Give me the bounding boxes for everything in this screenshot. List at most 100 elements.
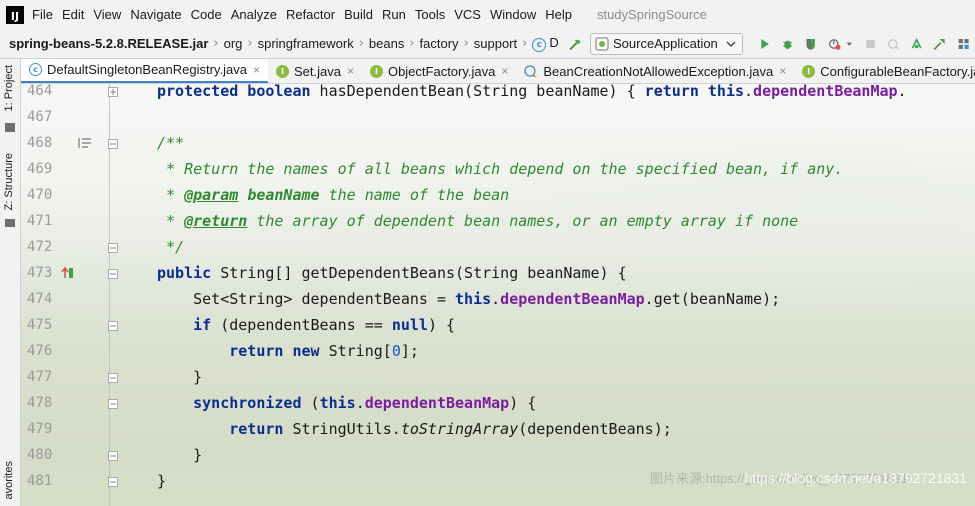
tab-bean-creation-not-allowed-exception[interactable]: BeanCreationNotAllowedException.java × [516, 59, 794, 83]
line-number: 467 [27, 109, 53, 125]
code-text: * Return the names of all beans which de… [157, 160, 844, 178]
fold-marker-icon[interactable] [108, 451, 118, 461]
breadcrumb-factory[interactable]: factory [420, 36, 459, 51]
menu-analyze[interactable]: Analyze [231, 4, 277, 25]
close-icon[interactable]: × [501, 64, 508, 78]
menu-run[interactable]: Run [382, 4, 406, 25]
line-number: 474 [27, 291, 53, 307]
attach-debugger-icon[interactable] [887, 36, 900, 52]
chevron-down-icon[interactable] [846, 40, 853, 48]
project-structure-icon[interactable] [957, 36, 970, 52]
code-text: return StringUtils.toStringArray(depende… [229, 420, 672, 438]
spring-boot-icon [595, 37, 609, 50]
code-text: } [157, 446, 203, 464]
code-line: 477 } [21, 364, 975, 390]
chevron-down-icon [726, 41, 736, 47]
line-number: 477 [27, 369, 53, 385]
debug-icon[interactable] [781, 36, 794, 52]
menu-refactor[interactable]: Refactor [286, 4, 335, 25]
tab-object-factory[interactable]: I ObjectFactory.java × [362, 59, 516, 83]
breadcrumb-beans[interactable]: beans [369, 36, 404, 51]
fold-marker-icon[interactable] [108, 269, 118, 279]
fold-marker-icon[interactable] [108, 243, 118, 253]
line-number: 468 [27, 135, 53, 151]
line-number: 473 [27, 265, 53, 281]
menu-edit[interactable]: Edit [62, 4, 84, 25]
code-line: 471 * @return the array of dependent bea… [21, 208, 975, 234]
code-editor[interactable]: 464 protected boolean hasDependentBean(S… [21, 84, 975, 506]
menu-code[interactable]: Code [191, 4, 222, 25]
stop-icon[interactable] [864, 36, 877, 52]
fold-marker-icon[interactable] [108, 87, 118, 97]
structure-tool-window-button[interactable]: Z: Structure [3, 153, 15, 210]
menu-vcs[interactable]: VCS [454, 4, 481, 25]
code-line: 474 Set<String> dependentBeans = this.de… [21, 286, 975, 312]
line-number: 472 [27, 239, 53, 255]
menu-file[interactable]: File [32, 4, 53, 25]
project-tool-window-button[interactable]: 1: Project [3, 65, 15, 111]
code-text: /** [157, 134, 185, 152]
code-text: * @param beanName the name of the bean [157, 186, 510, 204]
tab-default-singleton-bean-registry[interactable]: c DefaultSingletonBeanRegistry.java × [21, 59, 268, 83]
line-number: 478 [27, 395, 53, 411]
code-text: } [157, 472, 167, 490]
menu-view[interactable]: View [93, 4, 121, 25]
tab-set[interactable]: I Set.java × [268, 59, 362, 83]
fold-marker-icon[interactable] [108, 399, 118, 409]
close-icon[interactable]: × [779, 64, 786, 78]
breadcrumb-class[interactable]: cD [532, 35, 559, 52]
tab-label: BeanCreationNotAllowedException.java [543, 63, 774, 79]
code-line: 470 * @param beanName the name of the be… [21, 182, 975, 208]
code-line: 475 if (dependentBeans == null) { [21, 312, 975, 338]
interface-icon: I [369, 64, 383, 78]
editor-tabs: c DefaultSingletonBeanRegistry.java × I … [21, 59, 975, 84]
fold-marker-icon[interactable] [108, 477, 118, 487]
navigation-bar: spring-beans-5.2.8.RELEASE.jar › org › s… [0, 29, 975, 59]
menu-build[interactable]: Build [344, 4, 373, 25]
coverage-icon[interactable] [804, 36, 817, 52]
breadcrumb-org[interactable]: org [224, 36, 243, 51]
code-text: return new String[0]; [229, 342, 419, 360]
chevron-right-icon: › [522, 36, 528, 51]
menu-navigate[interactable]: Navigate [130, 4, 181, 25]
deploy-icon[interactable] [933, 36, 946, 52]
code-line: 473 public String[] getDependentBeans(St… [21, 260, 975, 286]
folder-icon [5, 123, 15, 132]
breadcrumb-springframework[interactable]: springframework [258, 36, 354, 51]
breadcrumb-support[interactable]: support [474, 36, 517, 51]
breadcrumb-jar[interactable]: spring-beans-5.2.8.RELEASE.jar [9, 36, 208, 51]
code-line: 468 /** [21, 130, 975, 156]
chevron-right-icon: › [463, 36, 469, 51]
code-line: 479 return StringUtils.toStringArray(dep… [21, 416, 975, 442]
project-title: studySpringSource [596, 7, 707, 22]
code-text: Set<String> dependentBeans = this.depend… [157, 290, 781, 308]
menu-bar: IJ File Edit View Navigate Code Analyze … [0, 0, 975, 29]
tab-configurable-bean-factory[interactable]: I ConfigurableBeanFactory.jav [794, 59, 975, 83]
fold-marker-icon[interactable] [108, 321, 118, 331]
code-text: if (dependentBeans == null) { [193, 316, 456, 334]
build-hammer-icon[interactable] [569, 36, 582, 52]
menu-help[interactable]: Help [545, 4, 572, 25]
code-text: */ [157, 238, 185, 256]
line-number: 475 [27, 317, 53, 333]
doc-comment-icon[interactable] [78, 137, 92, 149]
favorites-tool-window-button[interactable]: avorites [3, 461, 15, 500]
code-line: 467 [21, 104, 975, 130]
update-icon[interactable] [910, 36, 923, 52]
run-configuration-select[interactable]: SourceApplication [590, 32, 743, 55]
interface-icon: I [802, 64, 816, 78]
fold-marker-icon[interactable] [108, 139, 118, 149]
tab-label: DefaultSingletonBeanRegistry.java [47, 62, 247, 77]
fold-marker-icon[interactable] [108, 373, 118, 383]
menu-tools[interactable]: Tools [415, 4, 445, 25]
menu-window[interactable]: Window [490, 4, 536, 25]
profile-icon[interactable] [828, 36, 841, 52]
chevron-right-icon: › [247, 36, 253, 51]
run-configuration-label: SourceApplication [613, 36, 718, 51]
implements-method-icon[interactable] [61, 266, 75, 280]
close-icon[interactable]: × [253, 63, 260, 77]
close-icon[interactable]: × [347, 64, 354, 78]
interface-icon: I [275, 64, 289, 78]
chevron-right-icon: › [409, 36, 415, 51]
run-icon[interactable] [758, 36, 771, 52]
